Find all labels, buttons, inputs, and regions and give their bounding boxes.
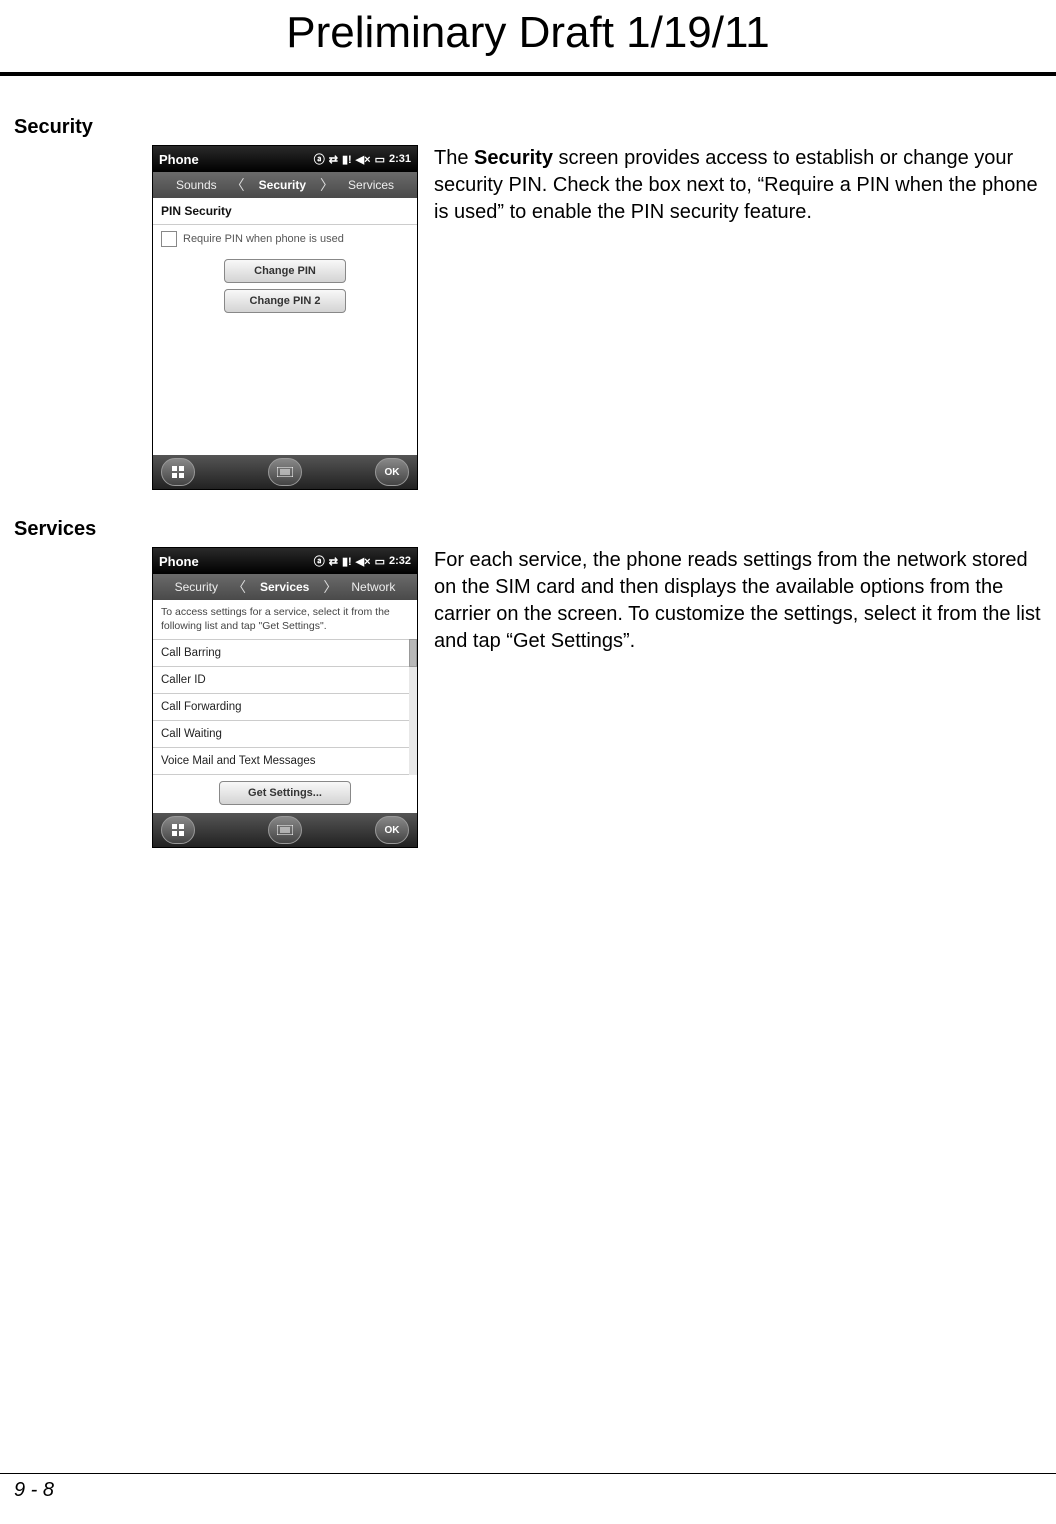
security-screenshot: Phone ⓐ ⇄ ▮! ◀× ▭ 2:31 Sounds 〈 Security… xyxy=(152,145,418,490)
keyboard-button[interactable] xyxy=(268,458,302,486)
tab-bar: Security 〈 Services 〉 Network xyxy=(153,574,417,600)
sync-icon: ⇄ xyxy=(329,153,338,166)
require-pin-checkbox[interactable] xyxy=(161,231,177,247)
header-rule xyxy=(0,72,1056,76)
battery-icon: ▭ xyxy=(375,153,385,166)
ok-button[interactable]: OK xyxy=(375,458,409,486)
volume-mute-icon: ◀× xyxy=(356,153,371,166)
clock: 2:31 xyxy=(389,153,411,165)
input-mode-icon: ⓐ xyxy=(314,553,325,569)
input-mode-icon: ⓐ xyxy=(314,151,325,167)
list-item[interactable]: Call Forwarding xyxy=(153,694,417,721)
scrollbar-thumb[interactable] xyxy=(409,639,417,667)
pin-security-label: PIN Security xyxy=(153,198,417,225)
ok-button[interactable]: OK xyxy=(375,816,409,844)
signal-icon: ▮! xyxy=(342,153,352,166)
services-list: Call Barring Caller ID Call Forwarding C… xyxy=(153,639,417,775)
footer-rule xyxy=(0,1473,1056,1475)
require-pin-label: Require PIN when phone is used xyxy=(183,233,344,245)
services-screenshot: Phone ⓐ ⇄ ▮! ◀× ▭ 2:32 Security 〈 Servic… xyxy=(152,547,418,848)
sync-icon: ⇄ xyxy=(329,555,338,568)
services-description: For each service, the phone reads settin… xyxy=(424,547,1042,655)
security-description: The Security screen provides access to e… xyxy=(424,145,1042,226)
chevron-left-icon[interactable]: 〈 xyxy=(232,577,246,597)
chevron-right-icon[interactable]: 〉 xyxy=(323,577,337,597)
keyboard-button[interactable] xyxy=(268,816,302,844)
battery-icon: ▭ xyxy=(375,555,385,568)
softkey-bar: OK xyxy=(153,813,417,847)
draft-header: Preliminary Draft 1/19/11 xyxy=(0,0,1056,72)
change-pin-button[interactable]: Change PIN xyxy=(224,259,346,283)
list-item[interactable]: Call Barring xyxy=(153,640,417,667)
page-number: 9 - 8 xyxy=(14,1479,54,1502)
change-pin2-button[interactable]: Change PIN 2 xyxy=(224,289,346,313)
scrollbar[interactable] xyxy=(409,639,417,775)
clock: 2:32 xyxy=(389,555,411,567)
status-icons: ⓐ ⇄ ▮! ◀× ▭ 2:32 xyxy=(314,553,411,569)
tab-services[interactable]: Services xyxy=(344,178,398,192)
status-icons: ⓐ ⇄ ▮! ◀× ▭ 2:31 xyxy=(314,151,411,167)
titlebar: Phone ⓐ ⇄ ▮! ◀× ▭ 2:32 xyxy=(153,548,417,574)
list-item[interactable]: Voice Mail and Text Messages xyxy=(153,748,417,775)
tab-security[interactable]: Security xyxy=(171,580,222,594)
volume-mute-icon: ◀× xyxy=(356,555,371,568)
start-button[interactable] xyxy=(161,458,195,486)
tab-security[interactable]: Security xyxy=(255,178,310,192)
app-title: Phone xyxy=(159,554,199,569)
titlebar: Phone ⓐ ⇄ ▮! ◀× ▭ 2:31 xyxy=(153,146,417,172)
start-button[interactable] xyxy=(161,816,195,844)
chevron-right-icon[interactable]: 〉 xyxy=(320,175,334,195)
list-item[interactable]: Caller ID xyxy=(153,667,417,694)
softkey-bar: OK xyxy=(153,455,417,489)
get-settings-button[interactable]: Get Settings... xyxy=(219,781,351,805)
app-title: Phone xyxy=(159,152,199,167)
tab-services[interactable]: Services xyxy=(256,580,313,594)
tab-bar: Sounds 〈 Security 〉 Services xyxy=(153,172,417,198)
list-item[interactable]: Call Waiting xyxy=(153,721,417,748)
signal-icon: ▮! xyxy=(342,555,352,568)
chevron-left-icon[interactable]: 〈 xyxy=(231,175,245,195)
section-heading-security: Security xyxy=(14,116,1056,139)
section-heading-services: Services xyxy=(14,518,1056,541)
tab-sounds[interactable]: Sounds xyxy=(172,178,221,192)
services-instruction: To access settings for a service, select… xyxy=(153,600,417,639)
tab-network[interactable]: Network xyxy=(347,580,399,594)
